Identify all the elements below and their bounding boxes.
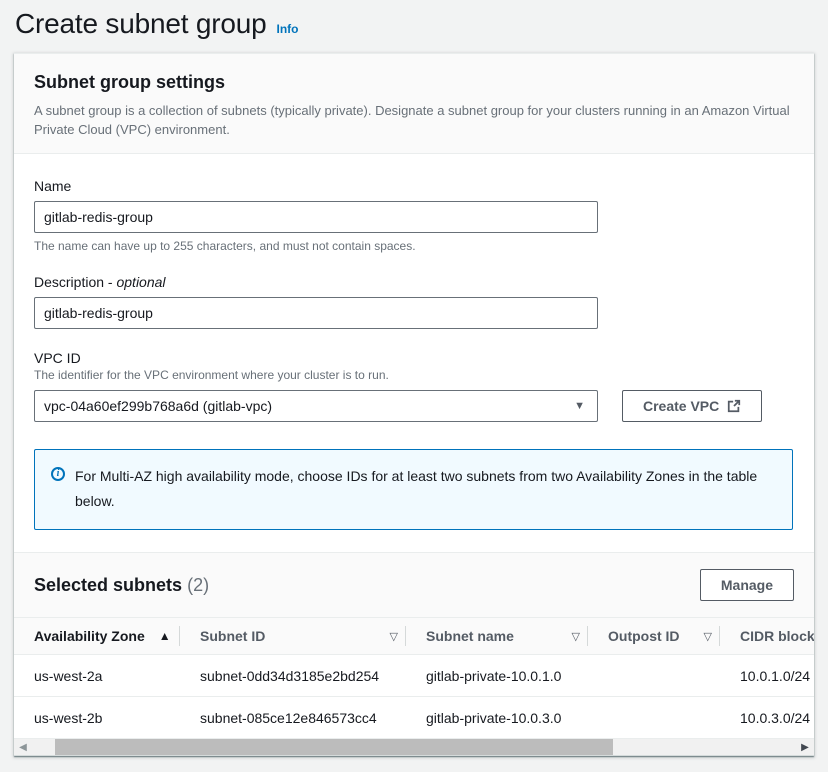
name-field-group: Name The name can have up to 255 charact… [34, 178, 794, 253]
scrollbar-track[interactable] [32, 739, 796, 755]
subnet-count: (2) [187, 575, 209, 595]
cell-cidr-block: 10.0.1.0/24 [720, 655, 814, 697]
vpc-id-label: VPC ID [34, 350, 794, 366]
page-title: Create subnet group [15, 8, 266, 40]
horizontal-scrollbar: ◀ ▶ [14, 739, 814, 756]
table-row: us-west-2b subnet-085ce12e846573cc4 gitl… [14, 697, 814, 739]
vpc-id-selected-value: vpc-04a60ef299b768a6d (gitlab-vpc) [44, 398, 272, 414]
cell-subnet-name: gitlab-private-10.0.3.0 [406, 697, 588, 739]
sort-ascending-icon: ▲ [159, 629, 171, 643]
cell-outpost-id [588, 655, 720, 697]
column-header-availability-zone[interactable]: Availability Zone ▲ [14, 618, 180, 655]
name-hint: The name can have up to 255 characters, … [34, 239, 794, 253]
selected-subnets-header: Selected subnets (2) Manage [14, 552, 814, 617]
scrollbar-thumb[interactable] [55, 739, 613, 755]
column-header-subnet-id[interactable]: Subnet ID ▽ [180, 618, 406, 655]
description-field-group: Description - optional [34, 274, 794, 329]
settings-section-header: Subnet group settings A subnet group is … [14, 54, 814, 154]
table-header-row: Availability Zone ▲ Subnet ID ▽ Subnet n… [14, 618, 814, 655]
sort-icon: ▽ [390, 630, 398, 643]
column-header-cidr-block[interactable]: CIDR block [720, 618, 814, 655]
scroll-left-arrow-icon[interactable]: ◀ [14, 739, 32, 755]
vpc-field-group: VPC ID The identifier for the VPC enviro… [34, 350, 794, 422]
sort-icon: ▽ [572, 630, 580, 643]
cell-availability-zone: us-west-2a [14, 655, 180, 697]
sort-icon: ▽ [704, 630, 712, 643]
selected-subnets-heading: Selected subnets (2) [34, 575, 209, 596]
create-subnet-group-page: Create subnet group Info Subnet group se… [0, 0, 828, 772]
description-label: Description - optional [34, 274, 794, 290]
chevron-down-icon: ▼ [574, 400, 585, 412]
cell-outpost-id [588, 697, 720, 739]
cell-cidr-block: 10.0.3.0/24 [720, 697, 814, 739]
multi-az-info-alert: i For Multi-AZ high availability mode, c… [34, 449, 793, 530]
table-row: us-west-2a subnet-0dd34d3185e2bd254 gitl… [14, 655, 814, 697]
vpc-id-select[interactable]: vpc-04a60ef299b768a6d (gitlab-vpc) ▼ [34, 390, 598, 422]
settings-form: Name The name can have up to 255 charact… [14, 154, 814, 552]
name-input[interactable] [34, 201, 598, 233]
scroll-right-arrow-icon[interactable]: ▶ [796, 739, 814, 755]
subnets-table: Availability Zone ▲ Subnet ID ▽ Subnet n… [14, 617, 814, 739]
alert-text: For Multi-AZ high availability mode, cho… [75, 464, 765, 514]
description-input[interactable] [34, 297, 598, 329]
cell-availability-zone: us-west-2b [14, 697, 180, 739]
vpc-row: vpc-04a60ef299b768a6d (gitlab-vpc) ▼ Cre… [34, 390, 794, 422]
optional-suffix: optional [116, 274, 165, 290]
settings-description: A subnet group is a collection of subnet… [34, 101, 794, 139]
info-link[interactable]: Info [276, 22, 298, 36]
column-header-subnet-name[interactable]: Subnet name ▽ [406, 618, 588, 655]
settings-heading: Subnet group settings [34, 72, 794, 93]
subnet-group-settings-card: Subnet group settings A subnet group is … [14, 53, 814, 756]
cell-subnet-id: subnet-0dd34d3185e2bd254 [180, 655, 406, 697]
external-link-icon [727, 399, 741, 413]
column-header-outpost-id[interactable]: Outpost ID ▽ [588, 618, 720, 655]
name-label: Name [34, 178, 794, 194]
vpc-id-hint: The identifier for the VPC environment w… [34, 368, 794, 382]
manage-button[interactable]: Manage [700, 569, 794, 601]
page-header: Create subnet group Info [0, 0, 828, 53]
create-vpc-button[interactable]: Create VPC [622, 390, 762, 422]
cell-subnet-id: subnet-085ce12e846573cc4 [180, 697, 406, 739]
info-icon: i [51, 467, 65, 481]
cell-subnet-name: gitlab-private-10.0.1.0 [406, 655, 588, 697]
